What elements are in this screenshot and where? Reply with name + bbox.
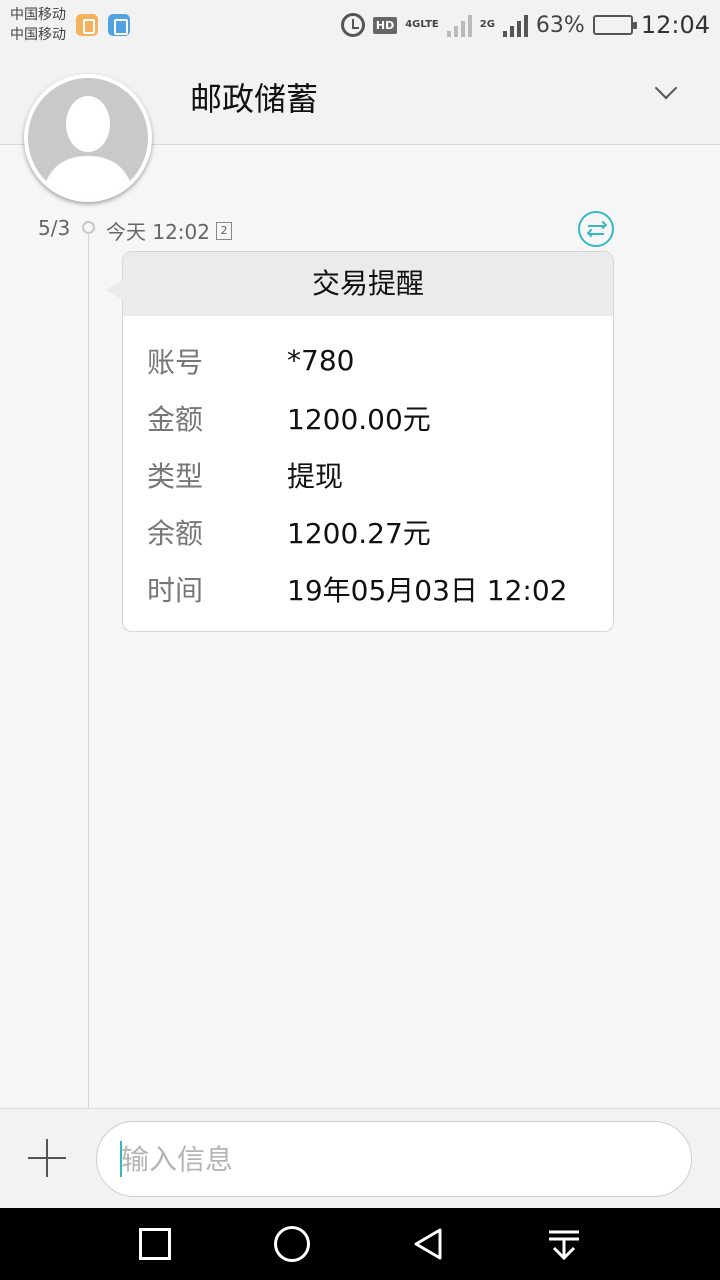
person-silhouette-icon xyxy=(42,96,134,198)
row-label: 金额 xyxy=(147,402,204,436)
card-row: 类型 提现 xyxy=(123,446,613,503)
message-time-row: 今天 12:02 2 xyxy=(106,216,232,245)
signal-2-icon xyxy=(502,13,528,37)
row-value: 19年05月03日 12:02 xyxy=(287,573,568,607)
message-time: 今天 12:02 xyxy=(106,220,210,244)
card-row: 余额 1200.27元 xyxy=(123,503,613,560)
row-value: 提现 xyxy=(287,459,344,493)
signal-1-icon xyxy=(446,13,472,37)
recent-apps-button[interactable] xyxy=(139,1228,171,1260)
network-4g: 4G xyxy=(405,19,421,30)
row-label: 类型 xyxy=(147,459,204,493)
contact-avatar[interactable] xyxy=(24,74,152,202)
row-value: *780 xyxy=(287,344,355,377)
back-button[interactable] xyxy=(410,1226,446,1262)
bubble-tail xyxy=(105,280,123,300)
text-caret xyxy=(120,1141,122,1177)
row-label: 时间 xyxy=(147,573,204,607)
status-time: 12:04 xyxy=(640,11,710,39)
message-input[interactable] xyxy=(96,1121,692,1197)
battery-percent: 63% xyxy=(535,12,585,38)
status-bar: 中国移动 中国移动 HD 4GLTE 2G 63% 12:04 xyxy=(0,0,720,50)
hd-badge: HD xyxy=(372,16,398,34)
alarm-icon xyxy=(340,13,365,37)
network-2g: 2G xyxy=(479,19,495,30)
sim-slot-badge: 2 xyxy=(216,221,232,240)
messaging-screen: 中国移动 中国移动 HD 4GLTE 2G 63% 12:04 邮政储蓄 5/3… xyxy=(0,0,720,1280)
card-rows: 账号 *780 金额 1200.00元 类型 提现 余额 1200.27元 时间… xyxy=(123,316,613,617)
card-row: 金额 1200.00元 xyxy=(123,389,613,446)
navigation-bar xyxy=(0,1208,720,1280)
status-indicators: HD 4GLTE 2G 63% 12:04 xyxy=(340,11,710,39)
add-attachment-button[interactable] xyxy=(28,1139,66,1177)
row-label: 余额 xyxy=(147,516,204,550)
swap-icon[interactable] xyxy=(578,211,614,247)
timeline-dot xyxy=(82,221,95,234)
home-button[interactable] xyxy=(274,1226,310,1262)
carrier-names: 中国移动 中国移动 xyxy=(10,5,66,45)
carrier-2: 中国移动 xyxy=(10,27,66,43)
card-row: 账号 *780 xyxy=(123,332,613,389)
network-4g-label: 4GLTE xyxy=(405,20,439,30)
lock-notification-icon xyxy=(76,14,98,36)
composer-bar xyxy=(0,1108,720,1208)
notification-pulldown-button[interactable] xyxy=(546,1226,582,1262)
battery-icon xyxy=(592,15,637,35)
row-value: 1200.27元 xyxy=(287,516,431,550)
chevron-down-icon[interactable] xyxy=(654,76,678,100)
card-title: 交易提醒 xyxy=(123,252,613,316)
timeline-line xyxy=(88,228,89,1108)
contact-name[interactable]: 邮政储蓄 xyxy=(190,74,318,120)
pulldown-icon xyxy=(549,1230,579,1261)
carrier-1: 中国移动 xyxy=(10,7,66,23)
card-row: 时间 19年05月03日 12:02 xyxy=(123,560,613,617)
network-lte: LTE xyxy=(420,19,439,30)
row-label: 账号 xyxy=(147,345,204,379)
sim-notification-icon xyxy=(108,14,130,36)
row-value: 1200.00元 xyxy=(287,402,431,436)
message-bubble[interactable]: 交易提醒 账号 *780 金额 1200.00元 类型 提现 余额 1200.2… xyxy=(105,251,614,632)
message-date: 5/3 xyxy=(38,216,71,240)
back-triangle-icon xyxy=(414,1228,442,1260)
